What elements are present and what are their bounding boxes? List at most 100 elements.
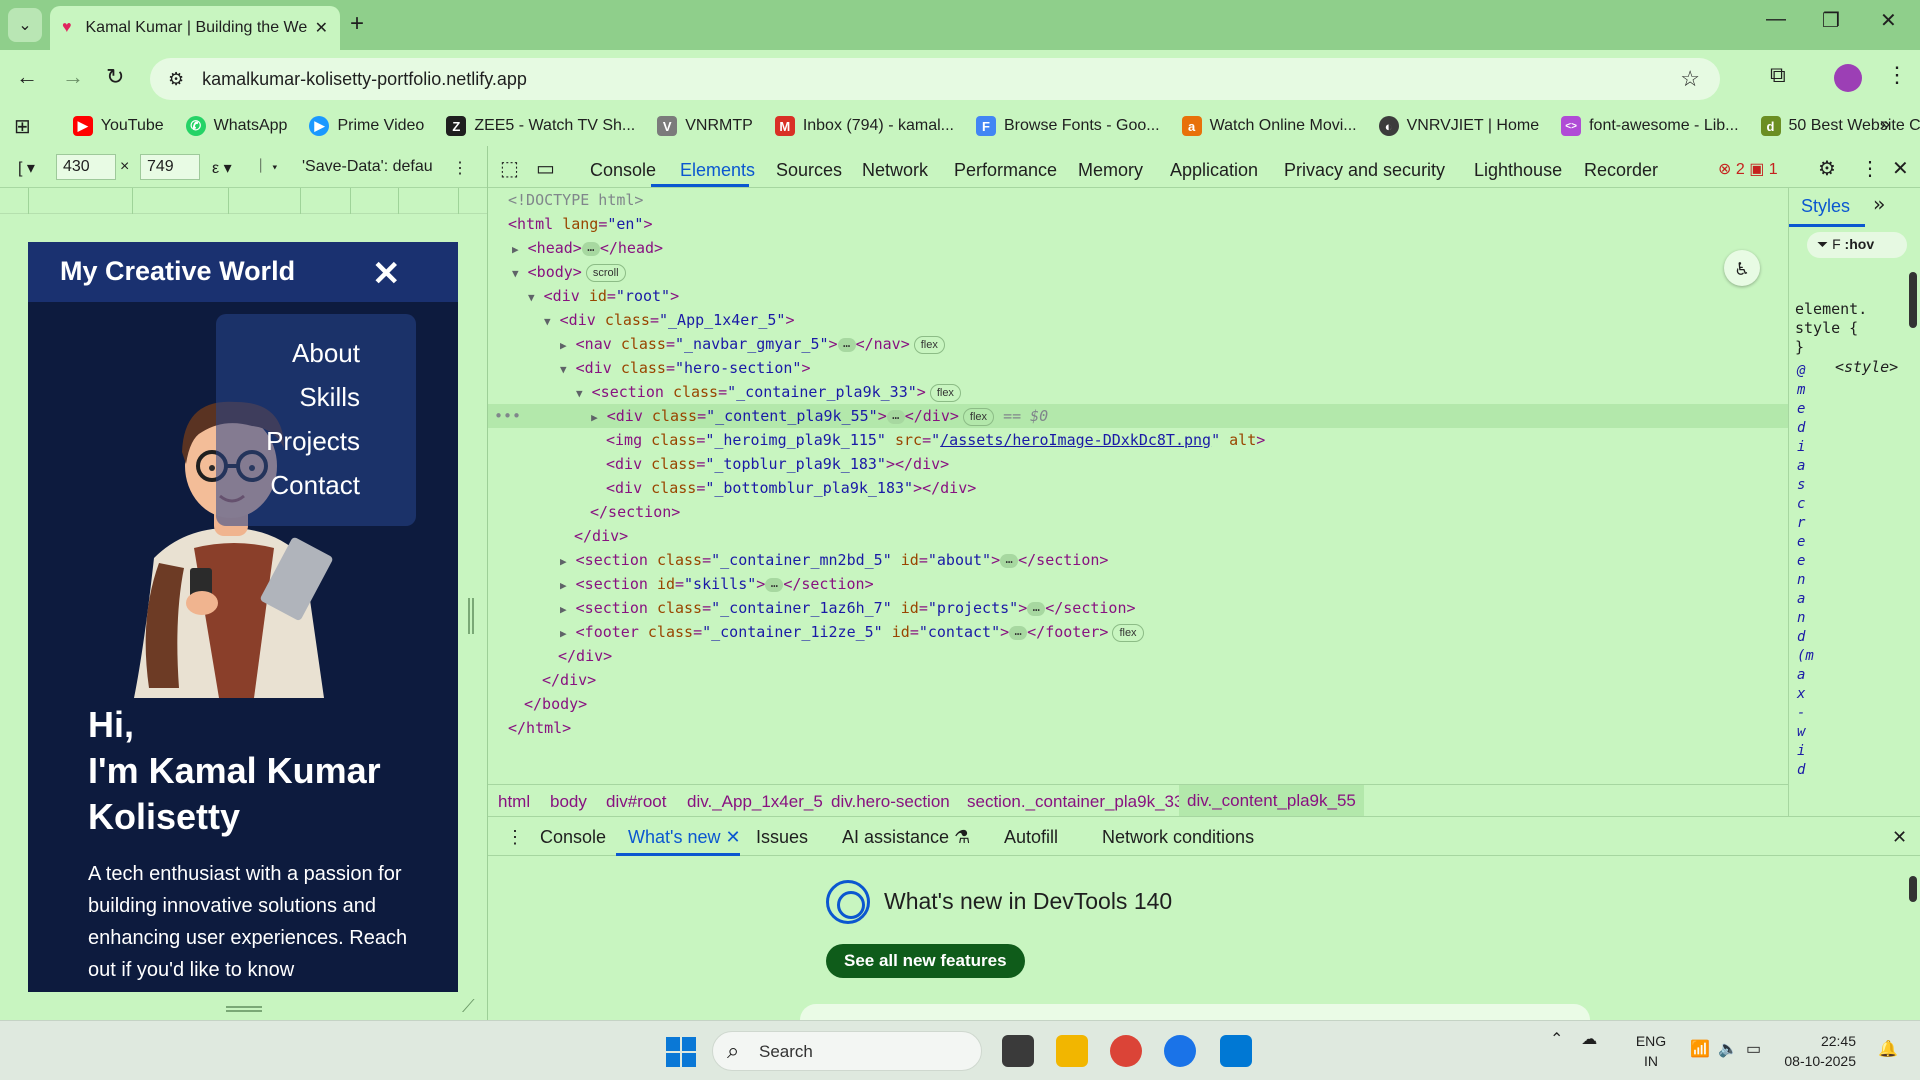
dom-line[interactable]: <!DOCTYPE html> [488, 188, 1788, 212]
menu-item-skills[interactable]: Skills [299, 382, 360, 413]
resize-corner-icon[interactable]: ⟋ [462, 996, 475, 1017]
profile-avatar[interactable] [1834, 64, 1862, 92]
bookmark-google-fonts[interactable]: F Browse Fonts - Goo... [975, 116, 1160, 136]
drawer-tab-console[interactable]: Console [540, 827, 606, 848]
bookmark-website-colors[interactable]: d 50 Best Website Col... [1760, 116, 1920, 136]
restore-icon[interactable]: ❐ [1822, 8, 1840, 33]
bookmark-whatsapp[interactable]: ✆ WhatsApp [185, 116, 287, 136]
bookmark-youtube[interactable]: ▶ YouTube [72, 116, 164, 136]
tab-console[interactable]: Console [590, 160, 656, 181]
cloud-icon[interactable]: ☁ [1581, 1031, 1597, 1048]
tab-styles[interactable]: Styles [1801, 196, 1850, 217]
viewport-height-handle[interactable] [226, 1006, 262, 1012]
collapse-triangle-icon[interactable]: ▼ [512, 267, 519, 280]
taskbar-search[interactable]: ⌕ Search [712, 1031, 982, 1071]
breadcrumb-hero[interactable]: div.hero-section [831, 792, 950, 812]
inspect-element-icon[interactable]: ⬚ [500, 156, 519, 181]
dom-line[interactable]: <div class="_bottomblur_pla9k_183"></div… [488, 476, 1788, 500]
drawer-tab-autofill[interactable]: Autofill [1004, 827, 1058, 848]
expand-triangle-icon[interactable]: ▶ [560, 627, 567, 640]
dom-line[interactable]: </html> [488, 716, 1788, 740]
minimize-icon[interactable]: — [1766, 8, 1786, 31]
chrome-icon[interactable] [1110, 1035, 1142, 1067]
dom-line[interactable]: ▶ <section class="_container_mn2bd_5" id… [488, 548, 1788, 572]
close-window-icon[interactable]: ✕ [1880, 8, 1897, 33]
breadcrumb-app[interactable]: div._App_1x4er_5 [687, 792, 823, 812]
volume-icon[interactable]: 🔈 [1718, 1039, 1738, 1059]
dom-line[interactable]: ▼ <body> scroll [488, 260, 1788, 284]
extensions-icon[interactable]: ⧉ [1770, 62, 1786, 88]
tab-application[interactable]: Application [1170, 160, 1258, 181]
device-more-icon[interactable]: ⋮ [452, 158, 468, 178]
tab-search-button[interactable]: ⌄ [8, 8, 42, 42]
expand-triangle-icon[interactable]: ▶ [560, 339, 567, 352]
style-source-link[interactable]: <style> [1835, 358, 1898, 376]
bookmark-aha[interactable]: a Watch Online Movi... [1181, 116, 1357, 136]
collapse-triangle-icon[interactable]: ▼ [544, 315, 551, 328]
system-tray[interactable]: ⌃ ☁ [1550, 1029, 1597, 1049]
close-drawer-icon[interactable]: ✕ [1892, 827, 1907, 848]
expand-triangle-icon[interactable]: ▶ [560, 555, 567, 568]
expand-triangle-icon[interactable]: ▶ [512, 243, 519, 256]
ellipsis-icon[interactable]: … [837, 337, 856, 352]
see-all-features-button[interactable]: See all new features [826, 944, 1025, 978]
task-view-icon[interactable] [1002, 1035, 1034, 1067]
collapse-triangle-icon[interactable]: ▼ [576, 387, 583, 400]
tab-performance[interactable]: Performance [954, 160, 1057, 181]
breadcrumb-root[interactable]: div#root [606, 792, 666, 812]
dom-line[interactable]: ▼ <div class="_App_1x4er_5"> [488, 308, 1788, 332]
windows-start-icon[interactable] [666, 1037, 696, 1067]
dom-line[interactable]: </section> [488, 500, 1788, 524]
notification-icon[interactable]: 🔔 [1878, 1039, 1898, 1059]
dom-line[interactable]: ▶ <nav class="_navbar_gmyar_5">… </nav> fl… [488, 332, 1788, 356]
devtools-menu-icon[interactable]: ⋮ [1860, 156, 1880, 181]
menu-item-about[interactable]: About [292, 338, 360, 369]
drawer-tab-ai-assistance[interactable]: AI assistance ⚗ [842, 827, 970, 848]
ellipsis-icon[interactable]: … [1027, 601, 1046, 616]
viewport-resize-handle[interactable] [468, 598, 474, 634]
dom-line[interactable]: </div> [488, 644, 1788, 668]
media-query-ruler[interactable] [0, 188, 487, 214]
bookmark-vnrvjiet[interactable]: ◐ VNRVJIET | Home [1378, 116, 1539, 136]
dom-line[interactable]: ▶ <section class="_container_1az6h_7" id… [488, 596, 1788, 620]
breadcrumb-body[interactable]: body [550, 792, 587, 812]
ellipsis-icon[interactable]: … [1000, 553, 1019, 568]
site-brand[interactable]: My Creative World [60, 256, 295, 287]
breadcrumb-html[interactable]: html [498, 792, 530, 812]
styles-scrollbar[interactable] [1909, 272, 1917, 328]
chevron-up-icon[interactable]: ⌃ [1550, 1031, 1563, 1048]
dom-line[interactable]: </div> [488, 668, 1788, 692]
back-icon[interactable]: ← [16, 64, 38, 90]
close-tab-icon[interactable]: ✕ [726, 827, 741, 847]
wifi-icon[interactable]: 📶 [1690, 1039, 1710, 1059]
breadcrumb-section[interactable]: section._container_pla9k_33 [967, 792, 1183, 812]
tab-lighthouse[interactable]: Lighthouse [1474, 160, 1562, 181]
bookmark-vnrmtp[interactable]: V VNRMTP [657, 116, 753, 136]
flex-badge[interactable]: flex [962, 407, 995, 426]
throttle-dropdown[interactable]: ᛁ ▾ [256, 158, 280, 176]
clock[interactable]: 22:45 08-10-2025 [1780, 1031, 1856, 1071]
dom-line[interactable]: ▼ <div id="root"> [488, 284, 1788, 308]
drawer-scrollbar[interactable] [1909, 876, 1917, 902]
expand-triangle-icon[interactable]: ▶ [591, 411, 598, 424]
chrome-menu-icon[interactable]: ⋮ [1886, 62, 1908, 88]
language-indicator[interactable]: ENG IN [1634, 1031, 1668, 1071]
dom-line[interactable]: ▶ <section id="skills">… </section> [488, 572, 1788, 596]
img-src-link[interactable]: /assets/heroImage-DDxkDc8T.png [940, 431, 1211, 449]
settings-gear-icon[interactable]: ⚙ [1818, 156, 1836, 181]
drawer-tab-whats-new[interactable]: What's new ✕ [628, 827, 741, 848]
bookmark-gmail[interactable]: M Inbox (794) - kamal... [774, 116, 954, 136]
more-tabs-icon[interactable]: » [1873, 192, 1885, 216]
dom-line[interactable]: <html lang="en"> [488, 212, 1788, 236]
bookmark-prime-video[interactable]: ▶ Prime Video [309, 116, 424, 136]
device-toggle-icon[interactable]: ▭ [536, 156, 555, 181]
address-bar[interactable]: ⚙ kamalkumar-kolisetty-portfolio.netlify… [150, 58, 1720, 100]
dom-line[interactable]: <div class="_topblur_pla9k_183"></div> [488, 452, 1788, 476]
hov-toggle[interactable]: :hov [1845, 236, 1875, 252]
close-menu-icon[interactable]: ✕ [372, 254, 401, 294]
dom-line[interactable]: ▶ <head>… </head> [488, 236, 1788, 260]
close-devtools-icon[interactable]: ✕ [1892, 156, 1909, 181]
menu-item-contact[interactable]: Contact [270, 470, 360, 501]
bookmark-star-icon[interactable]: ☆ [1680, 66, 1700, 92]
apps-grid-icon[interactable]: ⊞ [14, 114, 31, 139]
